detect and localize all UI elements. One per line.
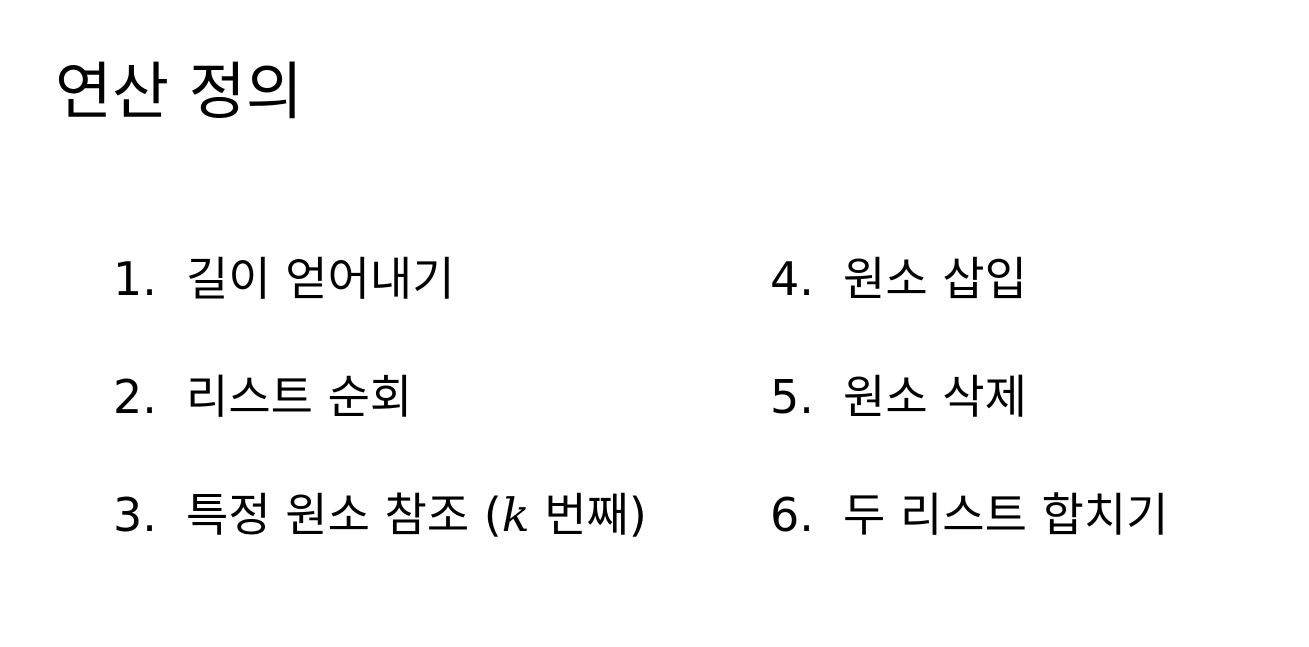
item-number: 2. [113,370,157,424]
operations-list-left: 1. 길이 얻어내기 2. 리스트 순회 3. 특정 원소 참조 (k 번째) [113,238,647,592]
operations-list-right: 4. 원소 삽입 5. 원소 삭제 6. 두 리스트 합치기 [770,238,1168,592]
item-text: 원소 삽입 [843,252,1027,306]
item-text: 길이 얻어내기 [186,252,455,306]
item-text: 리스트 순회 [186,370,413,424]
list-item: 3. 특정 원소 참조 (k 번째) [113,474,647,592]
item-text-after: 번째) [529,488,647,542]
item-number: 1. [113,252,157,306]
item-text: 원소 삭제 [843,370,1027,424]
item-text: 두 리스트 합치기 [843,488,1169,542]
slide-title: 연산 정의 [55,55,303,128]
list-item: 5. 원소 삭제 [770,356,1168,474]
item-number: 5. [770,370,814,424]
list-item: 1. 길이 얻어내기 [113,238,647,356]
list-item: 6. 두 리스트 합치기 [770,474,1168,592]
item-text: 특정 원소 참조 (k 번째) [186,474,647,556]
list-item: 2. 리스트 순회 [113,356,647,474]
item-text-before: 특정 원소 참조 ( [186,488,502,542]
math-variable-k: k [501,488,530,542]
item-number: 6. [770,488,814,542]
item-number: 3. [113,488,157,542]
item-number: 4. [770,252,814,306]
list-item: 4. 원소 삽입 [770,238,1168,356]
